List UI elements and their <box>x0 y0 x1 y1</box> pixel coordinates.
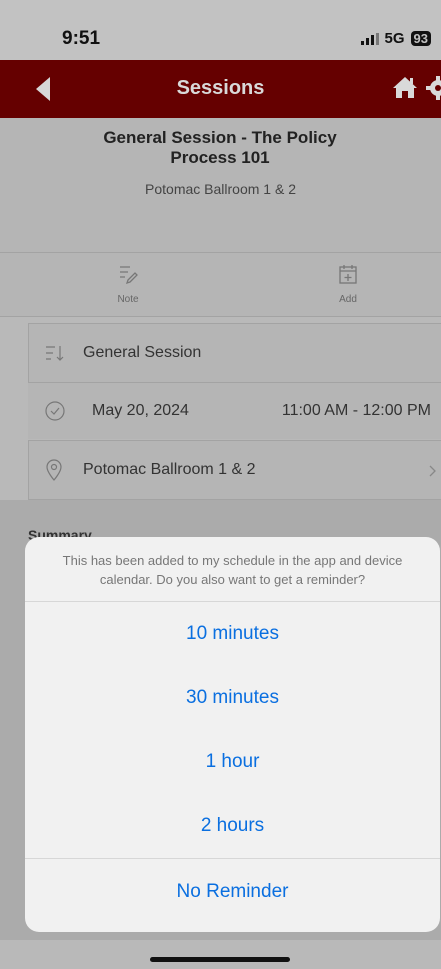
header-title: Sessions <box>176 77 265 99</box>
location-pin-icon <box>46 459 62 481</box>
note-edit-icon <box>120 266 138 285</box>
datetime-row: May 20, 2024 11:00 AM - 12:00 PM <box>28 383 441 439</box>
reminder-option-2-hours[interactable]: 2 hours <box>25 794 440 858</box>
reminder-option-1-hour[interactable]: 1 hour <box>25 730 440 794</box>
reminder-option-10-minutes[interactable]: 10 minutes <box>25 602 440 666</box>
location-text: Potomac Ballroom 1 & 2 <box>83 461 256 478</box>
note-label: Note <box>117 294 139 305</box>
add-button[interactable]: Add <box>318 263 378 305</box>
reminder-message: This has been added to my schedule in th… <box>25 537 440 602</box>
nav-header: Sessions <box>0 60 441 118</box>
track-text: General Session <box>83 344 202 361</box>
network-label: 5G <box>384 30 405 47</box>
home-indicator[interactable] <box>150 957 290 962</box>
reminder-action-sheet: This has been added to my schedule in th… <box>25 537 440 932</box>
action-row: Note Add <box>0 253 441 317</box>
status-indicators: 5G 93 <box>360 30 431 47</box>
session-room: Potomac Ballroom 1 & 2 <box>145 181 296 197</box>
battery-icon: 93 <box>410 31 431 46</box>
home-icon[interactable] <box>392 75 418 99</box>
status-time: 9:51 <box>62 28 101 49</box>
status-bar: 9:51 5G 93 <box>0 0 441 60</box>
no-reminder-button[interactable]: No Reminder <box>25 858 440 925</box>
gear-icon[interactable] <box>426 76 441 100</box>
session-header: General Session - The Policy Process 101… <box>0 118 441 253</box>
clock-icon <box>45 401 65 421</box>
track-row: General Session <box>28 323 441 383</box>
calendar-add-icon <box>339 265 357 284</box>
location-row[interactable]: Potomac Ballroom 1 & 2 <box>28 440 441 500</box>
sort-lines-icon <box>46 346 64 361</box>
note-button[interactable]: Note <box>98 263 158 305</box>
time-text: 11:00 AM - 12:00 PM <box>281 402 431 419</box>
reminder-option-30-minutes[interactable]: 30 minutes <box>25 666 440 730</box>
chevron-right-icon <box>429 465 436 477</box>
signal-icon <box>360 32 379 45</box>
add-label: Add <box>339 294 357 305</box>
date-text: May 20, 2024 <box>92 402 189 419</box>
session-title: General Session - The Policy Process 101 <box>103 128 337 167</box>
